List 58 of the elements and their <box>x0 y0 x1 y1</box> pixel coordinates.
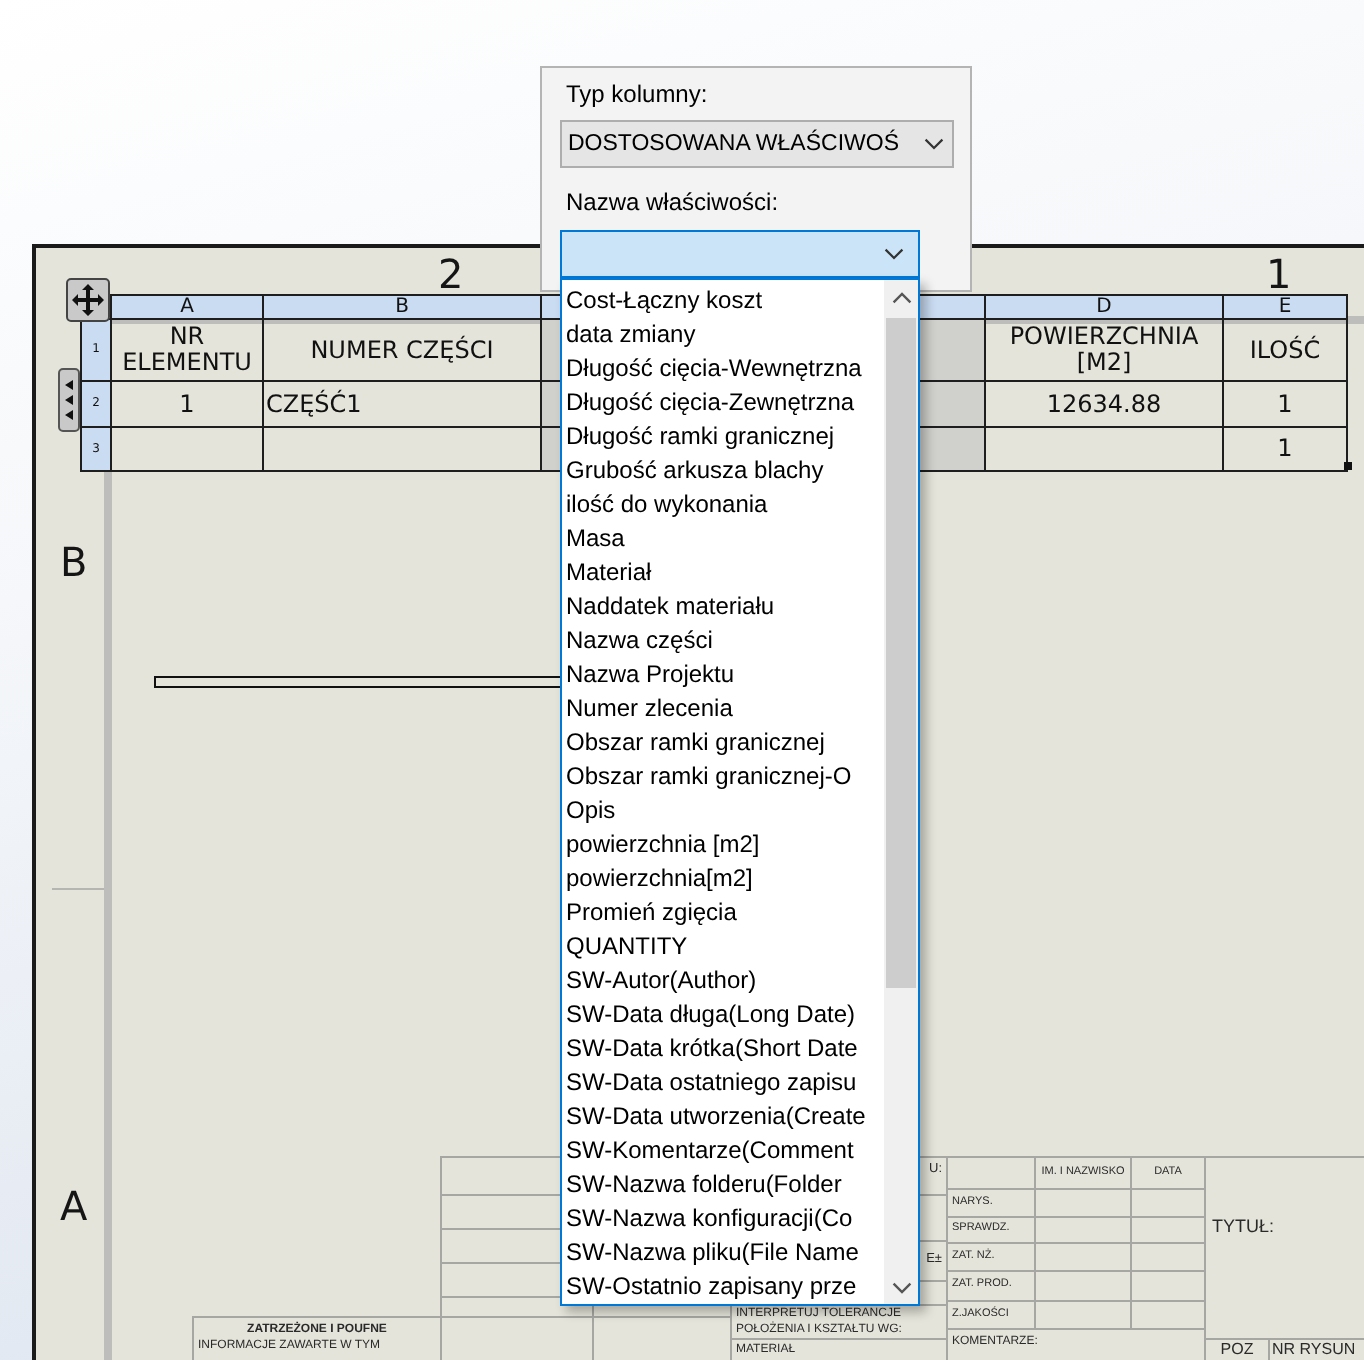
dropdown-option[interactable]: Cost-Łączny koszt <box>562 284 884 318</box>
arrow-tab-icon[interactable] <box>58 368 80 432</box>
dropdown-option[interactable]: Numer zlecenia <box>562 692 884 726</box>
dropdown-option[interactable]: Masa <box>562 522 884 556</box>
dropdown-option[interactable]: SW-Data krótka(Short Date <box>562 1032 884 1066</box>
dropdown-option[interactable]: Obszar ramki granicznej-O <box>562 760 884 794</box>
dropdown-option[interactable]: Grubość arkusza blachy <box>562 454 884 488</box>
table-cell: 1 <box>112 382 264 428</box>
dropdown-option[interactable]: powierzchnia [m2] <box>562 828 884 862</box>
dropdown-option[interactable]: SW-Autor(Author) <box>562 964 884 998</box>
zone-label: B <box>60 542 88 582</box>
dropdown-option[interactable]: SW-Ostatnio zapisany prze <box>562 1270 884 1304</box>
dropdown-option[interactable]: Długość cięcia-Zewnętrzna <box>562 386 884 420</box>
zone-label: 2 <box>438 254 464 294</box>
dropdown-option[interactable]: Naddatek materiału <box>562 590 884 624</box>
dropdown-option[interactable]: ilość do wykonania <box>562 488 884 522</box>
table-cell: ILOŚĆ <box>1224 320 1348 382</box>
dropdown-option[interactable]: QUANTITY <box>562 930 884 964</box>
dropdown-option[interactable]: SW-Nazwa konfiguracji(Co <box>562 1202 884 1236</box>
dropdown-option[interactable]: Obszar ramki granicznej <box>562 726 884 760</box>
column-header[interactable]: B <box>264 296 542 320</box>
chevron-down-icon <box>891 1281 911 1293</box>
dropdown-option[interactable]: SW-Data ostatniego zapisu <box>562 1066 884 1100</box>
dropdown-option[interactable]: Długość ramki granicznej <box>562 420 884 454</box>
field-label: Nazwa właściwości: <box>566 188 779 216</box>
dropdown-option[interactable]: SW-Komentarze(Comment <box>562 1134 884 1168</box>
dropdown-option[interactable]: powierzchnia[m2] <box>562 862 884 896</box>
column-header[interactable]: D <box>986 296 1224 320</box>
position-label: POZ <box>1220 1340 1254 1360</box>
dropdown-option[interactable]: Promień zgięcia <box>562 896 884 930</box>
dropdown-option[interactable]: Nazwa Projektu <box>562 658 884 692</box>
dropdown-option[interactable]: Długość cięcia-Wewnętrzna <box>562 352 884 386</box>
dropdown-option[interactable]: data zmiany <box>562 318 884 352</box>
column-header[interactable]: A <box>112 296 264 320</box>
zone-label: 1 <box>1266 254 1292 294</box>
chevron-up-icon <box>891 291 911 303</box>
title-label: TYTUŁ: <box>1212 1216 1275 1238</box>
drawing-number-label: NR RYSUN <box>1272 1340 1356 1360</box>
chevron-down-icon <box>884 248 904 260</box>
dropdown-option[interactable]: SW-Nazwa folderu(Folder <box>562 1168 884 1202</box>
resize-handle-icon[interactable] <box>1344 462 1352 470</box>
zone-label: A <box>60 1186 88 1226</box>
dropdown-option[interactable]: Opis <box>562 794 884 828</box>
dropdown-option[interactable]: SW-Data długa(Long Date) <box>562 998 884 1032</box>
dropdown-option[interactable]: SW-Data utworzenia(Create <box>562 1100 884 1134</box>
chevron-down-icon <box>924 138 944 150</box>
table-cell: 1 <box>1224 382 1348 428</box>
table-cell: 12634.88 <box>986 382 1224 428</box>
field-label: Typ kolumny: <box>566 80 708 108</box>
dropdown-option[interactable]: Nazwa części <box>562 624 884 658</box>
scrollbar-thumb[interactable] <box>886 318 916 988</box>
table-cell: POWIERZCHNIA [M2] <box>986 320 1224 382</box>
dropdown-option[interactable]: Materiał <box>562 556 884 590</box>
column-type-dropdown[interactable]: DOSTOSOWANA WŁAŚCIWOŚ <box>560 120 954 168</box>
dropdown-option[interactable]: SW-Nazwa pliku(File Name <box>562 1236 884 1270</box>
table-cell: NR ELEMENTU <box>112 320 264 382</box>
column-header[interactable]: E <box>1224 296 1348 320</box>
move-icon[interactable] <box>66 278 110 322</box>
